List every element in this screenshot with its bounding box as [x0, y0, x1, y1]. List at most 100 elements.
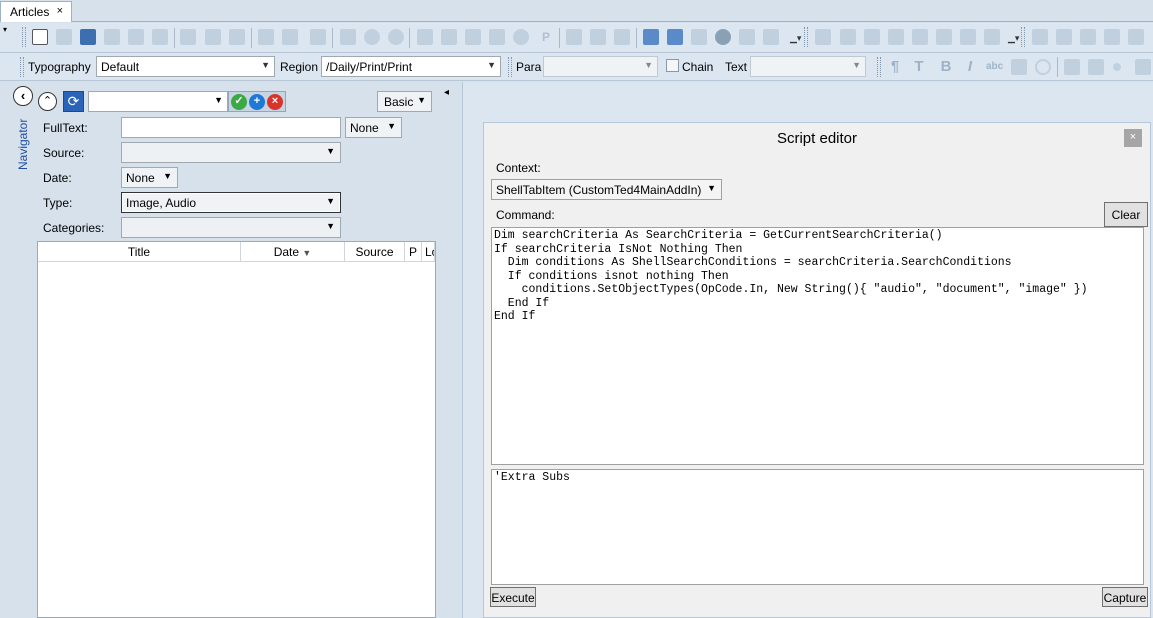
new-document-icon[interactable] — [32, 29, 48, 45]
command-editor[interactable]: Dim searchCriteria As SearchCriteria = G… — [491, 227, 1144, 465]
clear-button[interactable]: Clear — [1104, 202, 1148, 227]
italic-icon: I — [967, 58, 973, 75]
chevron-down-icon: ▼ — [214, 95, 223, 105]
toolbar-menu-arrow-icon[interactable]: ▾ — [3, 25, 7, 34]
column-source-label: Source — [355, 245, 394, 259]
lock-icon[interactable] — [643, 29, 659, 45]
window5-icon — [1128, 29, 1144, 45]
toolbar-grip-3[interactable] — [1021, 27, 1025, 47]
context-select[interactable]: ShellTabItem (CustomTed4MainAddIn) ▼ — [491, 179, 722, 200]
copy-icon — [205, 29, 221, 45]
column-title-label: Title — [127, 245, 151, 259]
compass-icon[interactable] — [715, 29, 731, 45]
document-tab-strip: Articles × — [0, 0, 1153, 22]
fulltext-mode-select[interactable]: None ▼ — [345, 117, 402, 138]
toolbar-overflow-icon[interactable]: ▁▾ — [790, 33, 801, 44]
para-label: Para — [516, 60, 542, 74]
panel-splitter[interactable]: ◂ — [439, 82, 463, 618]
chain-checkbox[interactable] — [666, 59, 679, 72]
script-editor-title: Script editor — [484, 123, 1150, 151]
navigator-strip: ‹ Navigator — [0, 82, 34, 618]
export-icon — [960, 29, 976, 45]
properties-icon — [310, 29, 326, 45]
globe-icon — [364, 29, 380, 45]
column-header-p[interactable]: P — [405, 242, 422, 262]
toolbar-grip-6[interactable] — [877, 57, 881, 77]
date-select[interactable]: None ▼ — [121, 167, 178, 188]
results-list[interactable]: Title Date ▼ Source P Lo — [37, 241, 436, 618]
column-header-source[interactable]: Source — [345, 242, 405, 262]
region-select[interactable]: /Daily/Print/Print ▼ — [321, 56, 501, 77]
add-icon[interactable]: + — [249, 94, 265, 110]
navigator-panel: ⌃ ⟳ ▼ ✓ + × Basic ▼ FullText: None ▼ Sou… — [34, 82, 439, 618]
text-tool-icon: T — [914, 58, 924, 75]
toolbar-grip-2[interactable] — [804, 27, 808, 47]
window-icon — [1032, 29, 1048, 45]
type-select[interactable]: Image, Audio ▼ — [121, 192, 341, 213]
capture-button[interactable]: Capture — [1102, 587, 1148, 607]
typography-select[interactable]: Default ▼ — [96, 56, 275, 77]
workspace: Script editor × Context: ShellTabItem (C… — [463, 82, 1153, 618]
tab-close-icon[interactable]: × — [57, 5, 63, 17]
navigator-collapse-icon[interactable]: ‹ — [13, 86, 33, 106]
script-editor-window: Script editor × Context: ShellTabItem (C… — [483, 122, 1151, 618]
collapse-left-icon[interactable]: ◂ — [444, 87, 449, 98]
saved-search-select[interactable]: ▼ — [88, 91, 228, 112]
navigator-vertical-label[interactable]: Navigator — [16, 110, 30, 170]
fulltext-label: FullText: — [43, 121, 88, 135]
column-header-lo[interactable]: Lo — [422, 242, 435, 262]
search-mode-select[interactable]: Basic ▼ — [377, 91, 432, 112]
toolbar-grip-5[interactable] — [508, 57, 512, 77]
typography-label: Typography — [28, 60, 91, 74]
window3-icon — [1080, 29, 1096, 45]
strikethrough-icon: abc — [986, 61, 1004, 72]
spell-icon — [691, 29, 707, 45]
fulltext-input[interactable] — [121, 117, 341, 138]
command-label: Command: — [496, 208, 555, 222]
arrow-right-icon — [984, 29, 1000, 45]
column-header-title[interactable]: Title — [38, 242, 241, 262]
new-from-template-icon — [56, 29, 72, 45]
bullet-icon — [1113, 63, 1121, 71]
column-p-label: P — [408, 245, 417, 259]
publish-icon: P — [541, 30, 550, 44]
toolbar-grip[interactable] — [22, 27, 26, 47]
text-label: Text — [725, 60, 748, 74]
frame3-icon — [864, 29, 880, 45]
text-select: ▼ — [750, 56, 866, 77]
ok-icon[interactable]: ✓ — [231, 94, 247, 110]
cut-icon — [180, 29, 196, 45]
remove-icon[interactable]: × — [267, 94, 283, 110]
toolbar-grip-4[interactable] — [20, 57, 24, 77]
frame2-icon — [840, 29, 856, 45]
toolbar-overflow-2-icon[interactable]: ▁▾ — [1008, 33, 1019, 44]
unlock-icon[interactable] — [667, 29, 683, 45]
tab-articles[interactable]: Articles × — [0, 1, 72, 22]
chevron-up-icon[interactable]: ⌃ — [38, 92, 57, 111]
pilcrow-icon: ¶ — [890, 58, 900, 75]
chevron-down-icon: ▼ — [707, 183, 716, 193]
circle-icon — [1035, 59, 1051, 75]
search-mode-value: Basic — [384, 95, 414, 109]
print-icon — [128, 29, 144, 45]
frame5-icon — [912, 29, 928, 45]
type-value: Image, Audio — [126, 196, 197, 210]
frame-icon — [815, 29, 831, 45]
source-select[interactable]: ▼ — [121, 142, 341, 163]
panel-icon — [763, 29, 779, 45]
close-icon[interactable]: × — [1124, 129, 1142, 147]
bold-icon: B — [940, 58, 952, 75]
execute-button[interactable]: Execute — [490, 587, 536, 607]
image-icon — [489, 29, 505, 45]
column-header-date[interactable]: Date ▼ — [241, 242, 345, 262]
globe-alt-icon — [388, 29, 404, 45]
frame6-icon — [936, 29, 952, 45]
date-value: None — [126, 171, 155, 185]
open-folder-icon[interactable] — [80, 29, 96, 45]
refresh-button[interactable]: ⟳ — [63, 91, 84, 112]
categories-select[interactable]: ▼ — [121, 217, 341, 238]
format-toolbar: Typography Default ▼ Region /Daily/Print… — [0, 53, 1153, 81]
redo-icon — [282, 29, 298, 45]
underline-icon — [1011, 59, 1027, 75]
extra-subs-editor[interactable]: 'Extra Subs — [491, 469, 1144, 585]
